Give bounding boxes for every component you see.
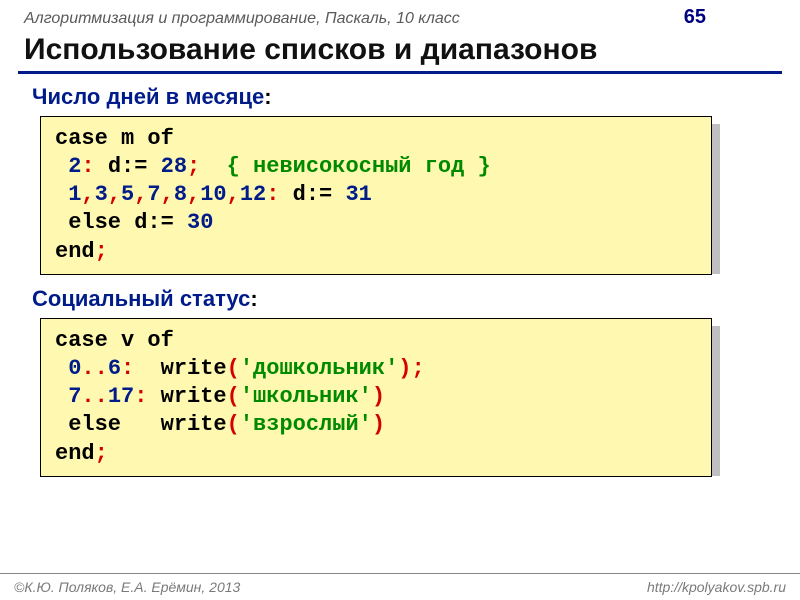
section-label-text: Социальный статус [32, 286, 250, 311]
footer: ©К.Ю. Поляков, Е.А. Ерёмин, 2013 http://… [0, 573, 800, 600]
colon: : [250, 286, 257, 311]
footer-left: ©К.Ю. Поляков, Е.А. Ерёмин, 2013 [14, 579, 240, 595]
page-title: Использование списков и диапазонов [18, 33, 782, 74]
section-label-days: Число дней в месяце: [32, 84, 800, 110]
colon: : [264, 84, 271, 109]
code-text: case v of 0..6: write('дошкольник'); 7..… [55, 327, 697, 468]
section-label-status: Социальный статус: [32, 286, 800, 312]
code-text: case m of 2: d:= 28; { невисокосный год … [55, 125, 697, 266]
code-block-status: case v of 0..6: write('дошкольник'); 7..… [40, 318, 712, 468]
code-box: case m of 2: d:= 28; { невисокосный год … [40, 116, 712, 275]
breadcrumb: Алгоритмизация и программирование, Паска… [24, 10, 684, 28]
footer-right: http://kpolyakov.spb.ru [647, 579, 786, 595]
code-block-days: case m of 2: d:= 28; { невисокосный год … [40, 116, 712, 266]
section-label-text: Число дней в месяце [32, 84, 264, 109]
code-box: case v of 0..6: write('дошкольник'); 7..… [40, 318, 712, 477]
page-number: 65 [684, 6, 776, 29]
topbar: Алгоритмизация и программирование, Паска… [0, 0, 800, 29]
slide: Алгоритмизация и программирование, Паска… [0, 0, 800, 600]
